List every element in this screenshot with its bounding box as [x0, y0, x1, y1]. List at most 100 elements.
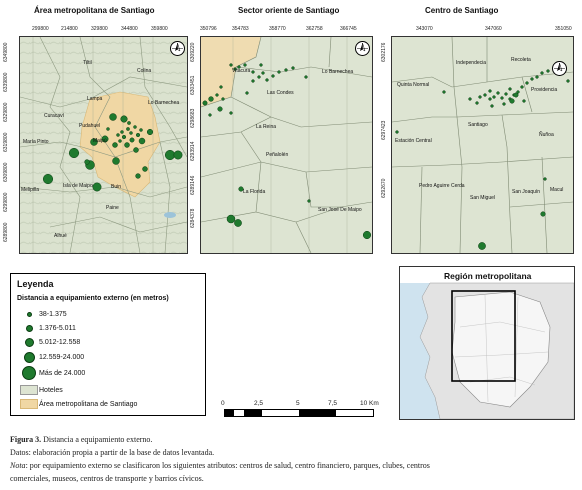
panel-title-centro: Centro de Santiago	[425, 6, 499, 15]
y-tick: 6284378	[190, 208, 196, 228]
y-tick: 6292670	[381, 178, 387, 198]
legend-label: 38-1.375	[39, 310, 67, 318]
scale-label: 5	[296, 400, 300, 407]
scale-label: 0	[221, 400, 225, 407]
y-tick: 6289146	[190, 175, 196, 195]
note-line: Nota: por equipamiento externo se clasif…	[10, 461, 430, 470]
place-label: Lo Barnechea	[148, 100, 180, 106]
place-label: Paine	[106, 205, 119, 211]
place-label: San José De Maipo	[318, 207, 362, 213]
legend-row: 38-1.375	[19, 308, 67, 320]
dot-size-2-icon	[25, 324, 33, 332]
x-tick: 347060	[485, 26, 502, 32]
north-arrow-icon	[355, 41, 370, 56]
x-tick: 344800	[121, 26, 138, 32]
y-tick: 6289800	[3, 222, 9, 242]
place-label: Pudahuel	[79, 123, 101, 129]
panel-title-oriente: Sector oriente de Santiago	[238, 6, 340, 15]
x-tick: 329800	[91, 26, 108, 32]
dot-size-1-icon	[26, 311, 32, 317]
place-label: Colina	[137, 68, 152, 74]
legend-label: 12.559-24.000	[39, 353, 85, 361]
north-arrow-icon	[552, 61, 567, 76]
x-tick: 351050	[555, 26, 572, 32]
place-label: Tiltil	[83, 60, 92, 66]
map-centro[interactable]: Independecia Recoleta Quinta Normal Prov…	[391, 36, 574, 254]
place-label: Lo Barnechea	[322, 69, 354, 75]
place-label: María Pinto	[23, 139, 49, 145]
y-tick: 6293914	[190, 141, 196, 161]
place-label: Las Condes	[267, 90, 294, 96]
place-label: Macul	[550, 187, 564, 193]
legend-row: Más de 24.000	[19, 366, 86, 380]
y-tick: 6309220	[190, 42, 196, 62]
place-label: Buin	[111, 184, 122, 190]
region-inset[interactable]: Región metropolitana	[399, 266, 575, 420]
scale-label: 10 Km	[360, 400, 379, 407]
dot-size-4-icon	[23, 351, 35, 363]
map-amsa[interactable]: Tiltil Colina Lampa Lo Barnechea Curacav…	[19, 36, 188, 254]
y-tick: 6303451	[190, 75, 196, 95]
legend-label: Hoteles	[39, 386, 63, 394]
place-label: Lampa	[87, 96, 103, 102]
place-label: Pedro Aguirre Cerda	[419, 183, 465, 189]
x-tick: 359800	[151, 26, 168, 32]
note-line-2: comerciales, museos, centros de transpor…	[10, 474, 204, 483]
map-amsa-svg	[20, 37, 187, 253]
hotel-swatch-icon	[20, 385, 38, 395]
place-label: Curacaví	[44, 113, 65, 119]
figure-label: Figura 3.	[10, 435, 42, 444]
urban-swatch-icon	[20, 399, 38, 409]
legend-row: 12.559-24.000	[19, 351, 84, 363]
place-label: Melipilla	[21, 187, 40, 193]
note-text: : por equipamiento externo se clasificar…	[25, 461, 430, 470]
y-tick: 6339800	[3, 72, 9, 92]
place-label: Isla de Maipo	[63, 183, 93, 189]
legend-label: Más de 24.000	[39, 369, 86, 377]
place-label: Santiago	[468, 122, 488, 128]
map-oriente[interactable]: Vitacura Lo Barnechea Las Condes La Rein…	[200, 36, 373, 254]
y-tick: 6309800	[3, 162, 9, 182]
x-tick: 350796	[200, 26, 217, 32]
x-tick: 354783	[232, 26, 249, 32]
x-tick: 362758	[306, 26, 323, 32]
north-arrow-icon	[170, 41, 185, 56]
source-line: Datos: elaboración propia a partir de la…	[10, 448, 215, 457]
place-label: Vitacura	[232, 68, 251, 74]
x-tick: 214800	[61, 26, 78, 32]
place-label: Providencia	[531, 87, 558, 93]
legend-label: 5.012-12.558	[39, 338, 81, 346]
y-tick: 6349800	[3, 42, 9, 62]
legend-box: Leyenda Distancia a equipamiento externo…	[10, 273, 206, 416]
y-tick: 6298683	[190, 108, 196, 128]
scale-bar	[224, 409, 374, 417]
scale-label: 7,5	[328, 400, 338, 407]
dot-size-5-icon	[22, 366, 36, 380]
place-label: Independecia	[456, 60, 487, 66]
legend-label: Área metropolitana de Santiago	[39, 400, 138, 408]
legend-row: Hoteles	[19, 384, 63, 396]
x-tick: 358770	[269, 26, 286, 32]
x-tick: 366745	[340, 26, 357, 32]
scale-label: 2,5	[254, 400, 264, 407]
note-label: Nota	[10, 461, 26, 470]
place-label: La Reina	[256, 124, 277, 130]
legend-row: 5.012-12.558	[19, 336, 80, 348]
map-centro-svg	[392, 37, 573, 253]
place-label: San Miguel	[470, 195, 496, 201]
legend-subtitle: Distancia a equipamiento externo (en met…	[17, 295, 169, 302]
y-tick: 6297423	[381, 120, 387, 140]
legend-row: 1.376-5.011	[19, 322, 76, 334]
place-label: Ñuñoa	[539, 132, 554, 138]
x-tick: 299800	[32, 26, 49, 32]
region-svg	[400, 282, 574, 419]
place-label: Peñalolén	[266, 152, 289, 158]
dot-size-3-icon	[24, 337, 34, 347]
y-tick: 6319800	[3, 132, 9, 152]
legend-title: Leyenda	[17, 279, 54, 289]
place-label: Estación Central	[395, 138, 432, 144]
x-tick: 343070	[416, 26, 433, 32]
place-label: Alhué	[54, 233, 67, 239]
place-label: Recoleta	[511, 57, 531, 63]
place-label: Maipú	[93, 138, 107, 144]
